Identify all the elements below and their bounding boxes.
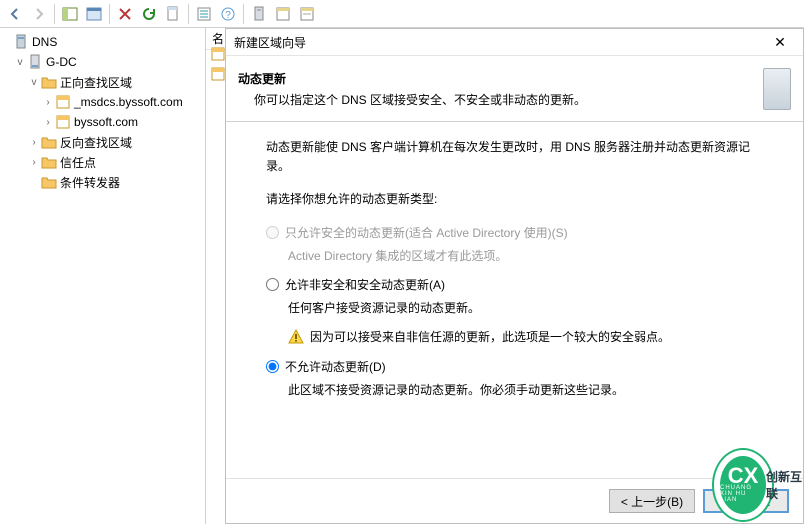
zone-icon bbox=[210, 66, 226, 82]
wizard-next-button[interactable]: 下一步(N bbox=[703, 489, 789, 513]
properties-button[interactable] bbox=[193, 3, 215, 25]
close-icon: ✕ bbox=[774, 34, 786, 51]
records-icon bbox=[275, 6, 291, 22]
tree-root-label: DNS bbox=[32, 35, 57, 49]
tree-rev-label: 反向查找区域 bbox=[60, 134, 132, 151]
toolbar-button-a[interactable] bbox=[83, 3, 105, 25]
toolbar-button-c[interactable] bbox=[272, 3, 294, 25]
new-zone-wizard-dialog: 新建区域向导 ✕ 动态更新 你可以指定这个 DNS 区域接受安全、不安全或非动态… bbox=[225, 28, 804, 524]
tree-byssoft-label: byssoft.com bbox=[74, 115, 138, 129]
x-icon bbox=[117, 6, 133, 22]
dialog-heading: 动态更新 bbox=[238, 70, 755, 87]
radio-allow-all-desc: 任何客户接受资源记录的动态更新。 bbox=[266, 299, 763, 318]
dialog-subheading: 你可以指定这个 DNS 区域接受安全、不安全或非动态的更新。 bbox=[238, 91, 755, 108]
help-button[interactable]: ? bbox=[217, 3, 239, 25]
dns-tree[interactable]: DNS v G-DC v 正向查找区域 › _ bbox=[0, 32, 205, 192]
tree-msdcs-label: _msdcs.byssoft.com bbox=[74, 95, 183, 109]
zone-icon bbox=[55, 94, 71, 110]
radio-disallow-desc: 此区域不接受资源记录的动态更新。你必须手动更新这些记录。 bbox=[266, 381, 763, 400]
help-icon: ? bbox=[220, 6, 236, 22]
dialog-close-button[interactable]: ✕ bbox=[765, 32, 795, 52]
warning-text: 因为可以接受来自非信任源的更新，此选项是一个较大的安全弱点。 bbox=[310, 328, 670, 347]
tree-zone-msdcs[interactable]: › _msdcs.byssoft.com bbox=[0, 92, 205, 112]
folder-icon bbox=[41, 155, 57, 169]
tree-zone-byssoft[interactable]: › byssoft.com bbox=[0, 112, 205, 132]
tree-pane: DNS v G-DC v 正向查找区域 › _ bbox=[0, 28, 206, 524]
radio-disallow-label: 不允许动态更新(D) bbox=[285, 358, 386, 377]
toolbar-separator bbox=[243, 4, 244, 24]
window-icon bbox=[86, 6, 102, 22]
export-button[interactable] bbox=[162, 3, 184, 25]
expander-icon[interactable]: › bbox=[42, 97, 54, 108]
server-icon bbox=[27, 54, 43, 70]
refresh-icon bbox=[141, 6, 157, 22]
radio-allow-all[interactable] bbox=[266, 278, 279, 291]
server-icon bbox=[251, 6, 267, 22]
svg-text:?: ? bbox=[225, 10, 231, 21]
server-icon bbox=[763, 68, 791, 110]
toolbar-button-d[interactable] bbox=[296, 3, 318, 25]
list-icon bbox=[196, 6, 212, 22]
tree-fwd-label: 正向查找区域 bbox=[60, 74, 132, 91]
dialog-title: 新建区域向导 bbox=[234, 34, 306, 51]
zone-icon bbox=[55, 114, 71, 130]
radio-secure-only-label: 只允许安全的动态更新(适合 Active Directory 使用)(S) bbox=[285, 224, 568, 243]
radio-option-allow-all[interactable]: 允许非安全和安全动态更新(A) bbox=[266, 276, 763, 295]
page-icon bbox=[165, 6, 181, 22]
nav-forward-button[interactable] bbox=[28, 3, 50, 25]
toolbar-button-b[interactable] bbox=[248, 3, 270, 25]
tree-server[interactable]: v G-DC bbox=[0, 52, 205, 72]
tree-condfwd-label: 条件转发器 bbox=[60, 174, 120, 191]
wizard-next-label: 下一步(N bbox=[722, 493, 771, 510]
zone-icon bbox=[210, 46, 226, 62]
background-list-icons bbox=[210, 46, 226, 82]
arrow-right-icon bbox=[31, 6, 47, 22]
intro-text: 动态更新能使 DNS 客户端计算机在每次发生更改时，用 DNS 服务器注册并动态… bbox=[266, 138, 763, 176]
expander-icon[interactable]: › bbox=[28, 157, 40, 168]
tree-forward-zones[interactable]: v 正向查找区域 bbox=[0, 72, 205, 92]
toolbar-separator bbox=[188, 4, 189, 24]
delete-button[interactable] bbox=[114, 3, 136, 25]
wizard-back-button[interactable]: < 上一步(B) bbox=[609, 489, 695, 513]
nav-back-button[interactable] bbox=[4, 3, 26, 25]
dialog-titlebar[interactable]: 新建区域向导 ✕ bbox=[226, 29, 803, 56]
wizard-back-label: < 上一步(B) bbox=[621, 493, 683, 510]
tree-conditional-fwd[interactable]: 条件转发器 bbox=[0, 172, 205, 192]
warning-icon bbox=[288, 329, 304, 345]
radio-disallow[interactable] bbox=[266, 360, 279, 373]
dns-icon bbox=[13, 34, 29, 50]
toolbar: ? bbox=[0, 0, 804, 28]
expander-icon[interactable]: v bbox=[14, 57, 26, 68]
tree-trust-points[interactable]: › 信任点 bbox=[0, 152, 205, 172]
tree-server-label: G-DC bbox=[46, 55, 77, 69]
expander-icon[interactable]: › bbox=[42, 117, 54, 128]
radio-option-disallow[interactable]: 不允许动态更新(D) bbox=[266, 358, 763, 377]
dialog-header: 动态更新 你可以指定这个 DNS 区域接受安全、不安全或非动态的更新。 bbox=[226, 56, 803, 122]
folder-icon bbox=[41, 75, 57, 89]
expander-icon[interactable]: v bbox=[28, 77, 40, 88]
dialog-button-bar: < 上一步(B) 下一步(N bbox=[226, 478, 803, 523]
dialog-body: 动态更新能使 DNS 客户端计算机在每次发生更改时，用 DNS 服务器注册并动态… bbox=[226, 122, 803, 478]
folder-icon bbox=[41, 175, 57, 189]
panel-icon bbox=[62, 6, 78, 22]
folder-icon bbox=[41, 135, 57, 149]
toolbar-separator bbox=[54, 4, 55, 24]
tree-root-dns[interactable]: DNS bbox=[0, 32, 205, 52]
arrow-left-icon bbox=[7, 6, 23, 22]
radio-option-secure-only: 只允许安全的动态更新(适合 Active Directory 使用)(S) bbox=[266, 224, 763, 243]
radio-secure-only bbox=[266, 226, 279, 239]
radio-allow-all-warning: 因为可以接受来自非信任源的更新，此选项是一个较大的安全弱点。 bbox=[266, 328, 763, 347]
toolbar-separator bbox=[109, 4, 110, 24]
show-hide-tree-button[interactable] bbox=[59, 3, 81, 25]
refresh-button[interactable] bbox=[138, 3, 160, 25]
radio-allow-all-label: 允许非安全和安全动态更新(A) bbox=[285, 276, 445, 295]
records2-icon bbox=[299, 6, 315, 22]
radio-secure-only-desc: Active Directory 集成的区域才有此选项。 bbox=[266, 247, 763, 266]
expander-icon[interactable]: › bbox=[28, 137, 40, 148]
prompt-text: 请选择你想允许的动态更新类型: bbox=[266, 190, 763, 209]
tree-trust-label: 信任点 bbox=[60, 154, 96, 171]
tree-reverse-zones[interactable]: › 反向查找区域 bbox=[0, 132, 205, 152]
